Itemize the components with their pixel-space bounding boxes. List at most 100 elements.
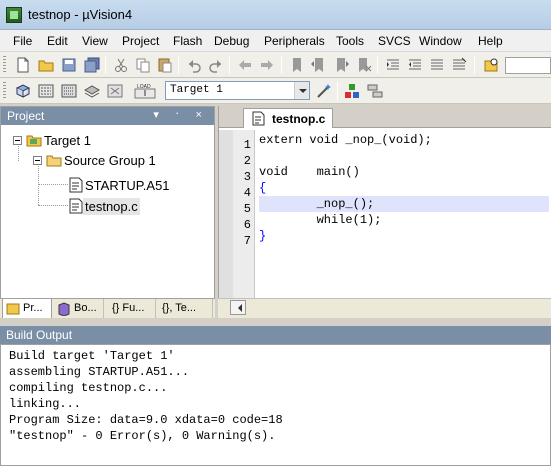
menu-svcs[interactable]: SVCS — [378, 34, 411, 48]
find-input[interactable] — [505, 57, 551, 74]
menu-edit[interactable]: Edit — [47, 34, 68, 48]
editor-tab-testnop[interactable]: testnop.c — [243, 108, 333, 128]
build-output-panel[interactable]: Build target 'Target 1' assembling START… — [0, 344, 551, 466]
code-line-close-brace[interactable]: } — [259, 228, 549, 244]
tab-project[interactable]: Pr... — [2, 299, 52, 319]
undo-icon[interactable] — [185, 56, 203, 74]
editor-tab-label: testnop.c — [272, 112, 326, 126]
panel-splitter[interactable] — [0, 318, 551, 326]
toolbar-separator — [377, 56, 378, 74]
output-line: assembling STARTUP.A51... — [9, 365, 190, 379]
tree-item-source-group[interactable]: Source Group 1 — [33, 150, 158, 170]
code-line[interactable]: void main() — [259, 164, 549, 180]
editor-horizontal-scrollbar[interactable] — [218, 298, 551, 318]
output-line: compiling testnop.c... — [9, 381, 168, 395]
target-select[interactable]: Target 1 — [165, 81, 310, 100]
menu-debug[interactable]: Debug — [214, 34, 249, 48]
menu-window[interactable]: Window — [419, 34, 462, 48]
code-line-open-brace[interactable]: { — [259, 180, 549, 196]
manage-components-icon[interactable] — [343, 82, 361, 100]
rebuild-icon[interactable] — [60, 82, 78, 100]
tab-functions[interactable]: {} Fu... — [106, 299, 156, 319]
line-number: 7 — [243, 234, 251, 248]
build-toolbar: LOAD Target 1 — [0, 78, 551, 104]
paste-icon[interactable] — [156, 56, 174, 74]
translate-icon[interactable] — [14, 82, 32, 100]
svg-text:LOAD: LOAD — [137, 84, 151, 90]
tree-item-target[interactable]: Target 1 — [13, 130, 93, 150]
scroll-left-button[interactable] — [230, 300, 246, 315]
tree-label-target: Target 1 — [44, 132, 91, 148]
save-all-icon[interactable] — [83, 56, 101, 74]
uncomment-icon[interactable] — [450, 56, 468, 74]
line-number: 6 — [243, 218, 251, 232]
tab-books[interactable]: Bo... — [54, 299, 104, 319]
tab-functions-label: {} Fu... — [112, 302, 145, 314]
indent-icon[interactable] — [384, 56, 402, 74]
comment-icon[interactable] — [428, 56, 446, 74]
toolbar-separator — [281, 56, 282, 74]
tree-item-file[interactable]: testnop.c — [69, 196, 140, 216]
tab-templates[interactable]: {}, Te... — [158, 299, 213, 319]
menu-project[interactable]: Project — [122, 34, 159, 48]
code-line[interactable]: while(1); — [259, 212, 549, 228]
menu-peripherals[interactable]: Peripherals — [264, 34, 325, 48]
nav-back-icon[interactable] — [236, 56, 254, 74]
toolbar-grip[interactable] — [3, 82, 6, 100]
file-extensions-icon[interactable] — [366, 82, 384, 100]
build-icon[interactable] — [37, 82, 55, 100]
output-line: Program Size: data=9.0 xdata=0 code=18 — [9, 413, 283, 427]
tab-books-label: Bo... — [74, 302, 97, 314]
menu-flash[interactable]: Flash — [173, 34, 202, 48]
menu-tools[interactable]: Tools — [336, 34, 364, 48]
nav-forward-icon[interactable] — [258, 56, 276, 74]
cut-icon[interactable] — [112, 56, 130, 74]
open-folder-icon[interactable] — [37, 56, 55, 74]
unindent-icon[interactable] — [406, 56, 424, 74]
code-line[interactable] — [259, 148, 549, 164]
tab-project-label: Pr... — [23, 302, 43, 314]
code-line-current[interactable]: _nop_(); — [259, 196, 549, 212]
stop-build-icon[interactable] — [106, 82, 124, 100]
books-icon — [58, 302, 70, 316]
toolbar-grip[interactable] — [3, 56, 6, 74]
menu-help[interactable]: Help — [478, 34, 503, 48]
tree-line — [38, 205, 68, 206]
collapse-icon[interactable] — [13, 135, 22, 145]
bookmark-icon[interactable] — [288, 56, 306, 74]
chevron-down-icon[interactable] — [294, 82, 309, 99]
target-folder-icon — [26, 135, 42, 147]
editor-area: testnop.c 1 2 3 4 5 6 7 extern void _nop… — [218, 106, 551, 318]
output-line: "testnop" - 0 Error(s), 0 Warning(s). — [9, 429, 276, 443]
output-line: Build target 'Target 1' — [9, 349, 175, 363]
project-panel-tabs: Pr... Bo... {} Fu... {}, Te... — [0, 298, 215, 320]
code-line[interactable]: extern void _nop_(void); — [259, 132, 549, 148]
bookmark-next-icon[interactable] — [332, 56, 350, 74]
panel-header-icons[interactable]: ▾ ᛫ × — [153, 108, 208, 121]
tree-item-file[interactable]: STARTUP.A51 — [69, 175, 172, 195]
save-icon[interactable] — [60, 56, 78, 74]
load-icon[interactable]: LOAD — [134, 82, 156, 100]
toolbar-separator — [178, 56, 179, 74]
menu-file[interactable]: File — [13, 34, 32, 48]
project-panel-header: Project ▾ ᛫ × — [1, 107, 214, 125]
menu-view[interactable]: View — [82, 34, 108, 48]
new-file-icon[interactable] — [14, 56, 32, 74]
tree-label-file: STARTUP.A51 — [85, 177, 170, 193]
project-panel: Project ▾ ᛫ × Target 1 Source Group 1 ST… — [0, 106, 215, 318]
redo-icon[interactable] — [207, 56, 225, 74]
copy-icon[interactable] — [134, 56, 152, 74]
c-file-icon — [69, 198, 83, 214]
line-number: 4 — [243, 186, 251, 200]
title-bar: testnop - µVision4 — [0, 0, 551, 30]
toolbar-separator — [105, 56, 106, 74]
options-wand-icon[interactable] — [315, 82, 333, 100]
tree-label-source-group: Source Group 1 — [64, 152, 156, 168]
batch-build-icon[interactable] — [83, 82, 101, 100]
bookmark-clear-icon[interactable] — [354, 56, 372, 74]
breakpoint-margin[interactable] — [219, 130, 233, 316]
find-icon[interactable] — [482, 56, 500, 74]
bookmark-prev-icon[interactable] — [310, 56, 328, 74]
file-toolbar — [0, 52, 551, 78]
collapse-icon[interactable] — [33, 155, 42, 165]
